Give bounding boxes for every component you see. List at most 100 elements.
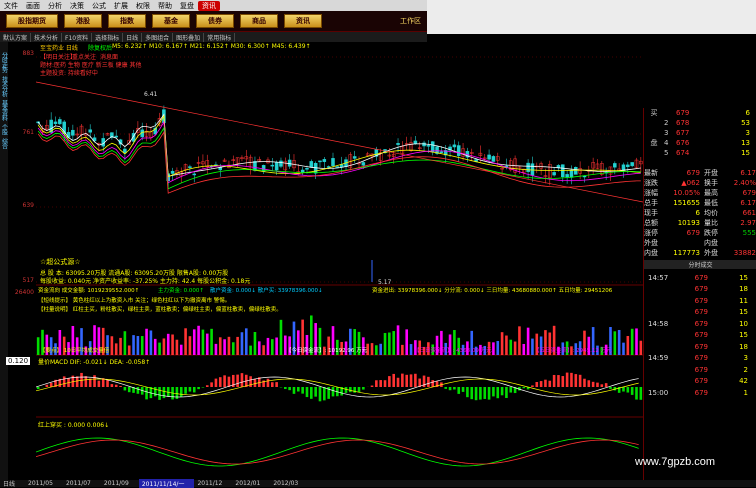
toolbar-item[interactable]: 常用指标 — [204, 33, 235, 42]
tick-volume: 42 — [708, 377, 748, 385]
market-button[interactable]: 债券 — [196, 14, 234, 28]
orderbook-row[interactable]: 36773 — [644, 128, 756, 138]
macd-bar — [410, 374, 413, 387]
ma30-line — [38, 128, 641, 189]
macd-bar — [197, 387, 200, 389]
candle-body — [288, 160, 291, 166]
menu-item[interactable]: 资讯 — [198, 1, 220, 11]
macd-bar — [492, 387, 495, 396]
candle-body — [171, 171, 174, 173]
market-button[interactable]: 指数 — [108, 14, 146, 28]
candle-body — [71, 130, 74, 135]
volume-bar — [228, 337, 231, 355]
market-button[interactable]: 商品 — [240, 14, 278, 28]
stat-value-2: 2.40% — [724, 179, 756, 187]
kline-chart[interactable] — [36, 42, 643, 480]
toolbar-item[interactable]: 日线 — [123, 33, 142, 42]
macd-bar — [314, 387, 317, 397]
menu-item[interactable]: 帮助 — [154, 1, 176, 11]
market-button[interactable]: 资讯 — [284, 14, 322, 28]
volume-bar — [219, 337, 222, 355]
toolbar-item[interactable]: 选择指标 — [92, 33, 123, 42]
toolbar-item[interactable]: F10资料 — [62, 33, 92, 42]
macd-bar — [145, 387, 148, 399]
macd-bar — [379, 380, 382, 387]
stat-row: 外盘内盘 — [644, 238, 756, 248]
menu-item[interactable]: 画面 — [22, 1, 44, 11]
volume-bar — [241, 332, 244, 355]
macd-bar — [119, 386, 122, 387]
tick-volume: 15 — [708, 274, 748, 282]
axis-label-639: 639 — [23, 202, 34, 209]
candle-body — [301, 170, 304, 172]
orderbook-row[interactable]: 盘467613 — [644, 138, 756, 148]
tick-price: 679 — [682, 389, 708, 397]
ob-price: 679 — [676, 109, 710, 117]
toolbar-item[interactable]: 多图组合 — [142, 33, 173, 42]
macd-bar — [384, 380, 387, 387]
menu-item[interactable]: 权限 — [132, 1, 154, 11]
market-button-bar: 股指期货港股指数基金债券商品资讯 工作区 — [0, 11, 427, 32]
workspace-button[interactable]: 工作区 — [400, 16, 421, 26]
volume-bar — [267, 338, 270, 355]
macd-bar — [184, 387, 187, 394]
tick-time: 14:57 — [648, 274, 682, 282]
toolbar-item[interactable]: 图形叠加 — [173, 33, 204, 42]
menu-item[interactable]: 文件 — [0, 1, 22, 11]
volume-bar — [275, 338, 278, 355]
toolbar-item[interactable]: 技术分析 — [31, 33, 62, 42]
orderbook-row[interactable]: 567415 — [644, 148, 756, 158]
volume-bar — [522, 344, 525, 355]
macd-bar — [358, 387, 361, 392]
tick-time: 15:00 — [648, 389, 682, 397]
macd-bar — [479, 387, 482, 400]
tick-volume: 2 — [708, 366, 748, 374]
macd-bar — [601, 384, 604, 387]
stat-key: 涨幅 — [644, 188, 666, 198]
volume-bar — [527, 328, 530, 355]
macd-bar — [483, 387, 486, 399]
vol-note-5day: 【五日资金流】: 2945.12 万元 — [534, 346, 612, 354]
tick-volume: 1 — [708, 389, 748, 397]
candle-body — [353, 156, 356, 158]
volume-label-2: 散户资金: 0.000↓ 散户买: 33978396.000↓ — [210, 286, 323, 294]
tick-row: 6792 — [648, 364, 748, 376]
candle-body — [613, 163, 616, 167]
menu-item[interactable]: 扩展 — [110, 1, 132, 11]
menu-item[interactable]: 决策 — [66, 1, 88, 11]
stat-key-2: 跌停 — [700, 228, 724, 238]
volume-bar — [405, 329, 408, 355]
macd-value-badge: 0.120 — [6, 357, 30, 365]
macd-bar — [85, 376, 88, 387]
market-button[interactable]: 港股 — [64, 14, 102, 28]
macd-bar — [267, 379, 270, 387]
candle-body — [626, 165, 629, 167]
stat-value: 10193 — [666, 219, 700, 227]
orderbook-row[interactable]: 267853 — [644, 118, 756, 128]
volume-bar — [254, 332, 257, 355]
macd-bar — [297, 387, 300, 391]
volume-right-label: 资金进出: 33978396.000↓ 分分流: 0.000↓ 三日均量: 43… — [372, 286, 612, 294]
volume-bar — [280, 320, 283, 355]
candle-body — [566, 174, 569, 177]
menu-item[interactable]: 复盘 — [176, 1, 198, 11]
menu-item[interactable]: 公式 — [88, 1, 110, 11]
low-label: 5.17 — [378, 279, 391, 286]
macd-bar — [392, 374, 395, 387]
volume-bar — [379, 344, 382, 355]
stat-row: 总手151655最低6.17 — [644, 198, 756, 208]
macd-bar — [223, 375, 226, 387]
toolbar-item[interactable]: 默认方案 — [0, 33, 31, 42]
macd-bar — [540, 381, 543, 387]
orderbook-row[interactable]: 买6796 — [644, 108, 756, 118]
macd-bar — [548, 381, 551, 387]
market-button[interactable]: 基金 — [152, 14, 190, 28]
market-button[interactable]: 股指期货 — [6, 14, 58, 28]
candle-body — [423, 143, 426, 146]
macd-bar — [98, 381, 101, 387]
candle-body — [570, 170, 573, 177]
tick-row: 14:5867910 — [648, 318, 748, 330]
menu-item[interactable]: 分析 — [44, 1, 66, 11]
tick-volume: 15 — [708, 331, 748, 339]
macd-bar — [137, 387, 140, 394]
